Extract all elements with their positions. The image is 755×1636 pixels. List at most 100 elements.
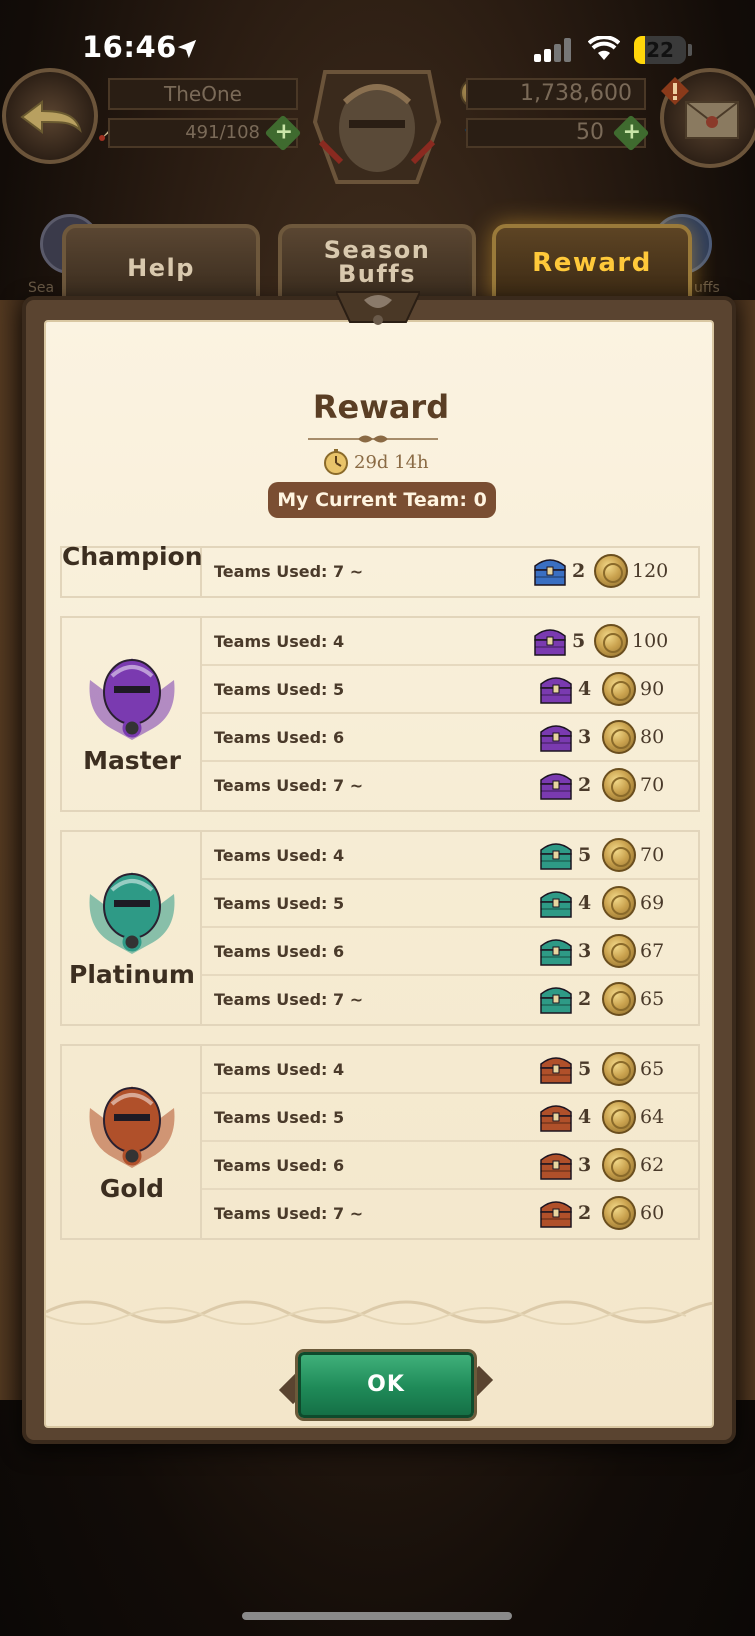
reward-row: Teams Used: 5 4 90	[202, 666, 698, 714]
reward-row: Teams Used: 4 5 70	[202, 832, 698, 880]
teams-used-label: Teams Used: 5	[214, 680, 345, 699]
gold-counter: 1,738,600	[466, 78, 646, 110]
teams-used-label: Teams Used: 7 ~	[214, 1204, 364, 1223]
chest-count: 4	[578, 678, 592, 700]
chest-icon	[534, 629, 566, 656]
gold-amount: 69	[640, 892, 665, 914]
reward-row: Teams Used: 7 ~ 2 70	[202, 762, 698, 810]
title-divider	[308, 435, 438, 443]
gold-coin-icon	[602, 768, 636, 802]
gold-amount: 80	[640, 726, 665, 748]
player-avatar-helmet[interactable]	[305, 62, 449, 192]
tier-platinum: Platinum Teams Used: 4 5 70 Teams Used: 5 4 69…	[60, 830, 700, 1026]
tab-season-buffs-label: Season Buffs	[323, 236, 431, 288]
chest-count: 5	[572, 630, 586, 652]
chest-icon	[540, 677, 572, 704]
gold-rank-badge-icon	[89, 1086, 175, 1168]
back-button[interactable]	[2, 68, 98, 164]
gold-amount: 70	[640, 774, 665, 796]
timer-text: 29d 14h	[354, 452, 429, 473]
platinum-rank-badge-icon	[89, 872, 175, 954]
game-header: TheOne 491/108 + 1,738,600 50 +	[0, 62, 755, 184]
teams-used-label: Teams Used: 7 ~	[214, 562, 364, 581]
teams-used-label: Teams Used: 7 ~	[214, 990, 364, 1009]
rank-name: Platinum	[69, 960, 195, 989]
side-label-right: uffs	[694, 280, 720, 296]
reward-row: Teams Used: 4 5 100	[202, 618, 698, 666]
back-arrow-icon	[20, 100, 82, 134]
chest-icon	[540, 773, 572, 800]
teams-used-label: Teams Used: 4	[214, 846, 345, 865]
location-arrow-icon	[177, 39, 197, 59]
tier-champion: Champion Teams Used: 7 ~ 2 120	[60, 542, 700, 598]
gold-coin-icon	[602, 1052, 636, 1086]
chest-icon	[540, 891, 572, 918]
home-indicator[interactable]	[242, 1612, 512, 1620]
reward-row: Teams Used: 5 4 64	[202, 1094, 698, 1142]
player-name: TheOne	[108, 78, 298, 110]
reward-row: Teams Used: 5 4 69	[202, 880, 698, 928]
chest-icon	[540, 1201, 572, 1228]
gold-amount: 90	[640, 678, 665, 700]
gold-coin-icon	[602, 838, 636, 872]
chest-icon	[540, 1105, 572, 1132]
battery-icon: 22	[634, 36, 686, 64]
reward-row: Teams Used: 7 ~ 2 60	[202, 1190, 698, 1238]
reward-dialog: Reward 29d 14h My Current Team: 0 Champi…	[22, 291, 736, 1444]
gold-amount: 65	[640, 988, 665, 1010]
gold-coin-icon	[602, 1148, 636, 1182]
chest-icon	[540, 987, 572, 1014]
chest-icon	[540, 725, 572, 752]
rank-name: Champion	[62, 542, 203, 571]
chest-count: 5	[578, 844, 592, 866]
reward-paper: Reward 29d 14h My Current Team: 0 Champi…	[44, 320, 714, 1428]
teams-used-label: Teams Used: 7 ~	[214, 776, 364, 795]
envelope-icon	[685, 101, 739, 139]
tab-reward[interactable]: Reward	[492, 224, 692, 302]
status-time: 16:46	[82, 30, 177, 64]
reward-tier-list[interactable]: Champion Teams Used: 7 ~ 2 120 Master Teams U…	[46, 532, 712, 1332]
bottom-ornament	[46, 1300, 712, 1325]
teams-used-label: Teams Used: 4	[214, 632, 345, 651]
chest-count: 2	[572, 560, 586, 582]
gold-amount: 64	[640, 1106, 665, 1128]
rank-name: Master	[83, 746, 181, 775]
chest-count: 3	[578, 1154, 592, 1176]
teams-used-label: Teams Used: 5	[214, 894, 345, 913]
gold-amount: 67	[640, 940, 665, 962]
gold-coin-icon	[602, 672, 636, 706]
gold-amount: 62	[640, 1154, 665, 1176]
reward-row: Teams Used: 6 3 80	[202, 714, 698, 762]
chest-icon	[540, 1057, 572, 1084]
ok-button[interactable]: OK	[298, 1352, 474, 1418]
stopwatch-icon	[324, 449, 348, 475]
chest-icon	[540, 939, 572, 966]
gold-coin-icon	[602, 1196, 636, 1230]
chest-count: 3	[578, 940, 592, 962]
chest-count: 2	[578, 988, 592, 1010]
gold-amount: 65	[640, 1058, 665, 1080]
chest-count: 2	[578, 774, 592, 796]
wifi-icon	[588, 36, 620, 60]
chest-count: 4	[578, 1106, 592, 1128]
gold-amount: 60	[640, 1202, 665, 1224]
teams-used-label: Teams Used: 6	[214, 942, 345, 961]
chest-count: 4	[578, 892, 592, 914]
reward-row: Teams Used: 7 ~ 2 120	[202, 548, 698, 596]
battery-percent: 22	[646, 38, 674, 62]
battery-tip	[688, 44, 692, 56]
gold-amount: 100	[632, 630, 669, 652]
chest-count: 3	[578, 726, 592, 748]
chest-icon	[540, 843, 572, 870]
chest-count: 2	[578, 1202, 592, 1224]
teams-used-label: Teams Used: 6	[214, 1156, 345, 1175]
gold-coin-icon	[602, 1100, 636, 1134]
tier-master: Master Teams Used: 4 5 100 Teams Used: 5 4 90 T…	[60, 616, 700, 812]
side-label-left: Sea	[28, 280, 55, 296]
reward-row: Teams Used: 4 5 65	[202, 1046, 698, 1094]
gold-coin-icon	[602, 886, 636, 920]
cellular-signal-icon	[534, 38, 574, 62]
tab-help[interactable]: Help	[62, 224, 260, 302]
reward-row: Teams Used: 6 3 62	[202, 1142, 698, 1190]
dialog-title: Reward	[312, 388, 450, 426]
